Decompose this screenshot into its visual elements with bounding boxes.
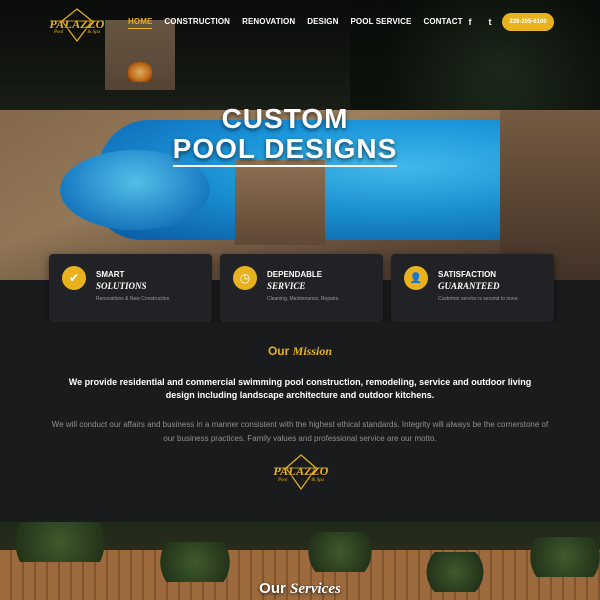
logo-subtitle: Pool & Spa	[270, 478, 332, 483]
nav-design[interactable]: DESIGN	[307, 17, 338, 29]
feature-card-dependable-service: ◷ DEPENDABLE SERVICE Cleaning, Maintenan…	[220, 254, 383, 322]
feature-card-satisfaction-guaranteed: 👤 SATISFACTION GUARANTEED Customer servi…	[391, 254, 554, 322]
logo-name: PALAZZO	[273, 464, 329, 478]
feature-card-smart-solutions: ✔ SMART SOLUTIONS Renovations & New Cons…	[49, 254, 212, 322]
main-menu: HOME CONSTRUCTION RENOVATION DESIGN POOL…	[128, 17, 463, 29]
feature-title: DEPENDABLE	[267, 270, 323, 279]
nav-home[interactable]: HOME	[128, 17, 153, 29]
clock-icon: ◷	[233, 266, 257, 290]
feature-description: Cleaning, Maintenance, Repairs.	[267, 296, 340, 302]
mission-body-text: We will conduct our affairs and business…	[51, 420, 549, 443]
footer-logo: PALAZZO Pool & Spa	[270, 454, 332, 491]
nav-contact[interactable]: CONTACT	[423, 17, 462, 29]
facebook-icon[interactable]: f	[462, 14, 478, 30]
services-foliage	[0, 522, 120, 562]
feature-title: SATISFACTION	[438, 270, 497, 279]
feature-description: Customer service is second to none.	[438, 296, 519, 302]
logo-sub-left: Pool	[54, 30, 64, 35]
checkmark-icon: ✔	[62, 266, 86, 290]
services-heading-plain: Our	[259, 580, 286, 597]
services-foliage	[520, 537, 600, 577]
nav-construction[interactable]: CONSTRUCTION	[164, 17, 230, 29]
twitter-icon[interactable]: t	[482, 14, 498, 30]
nav-pool-service[interactable]: POOL SERVICE	[351, 17, 412, 29]
mission-heading-italic: Mission	[292, 344, 333, 358]
nav-renovation[interactable]: RENOVATION	[242, 17, 295, 29]
feature-subtitle: SERVICE	[267, 281, 306, 291]
user-plus-icon: 👤	[404, 266, 428, 290]
hero-title: CUSTOM POOL DESIGNS	[160, 104, 410, 167]
feature-subtitle: SOLUTIONS	[96, 281, 147, 291]
logo-sub-right: & Spa	[311, 478, 324, 483]
mission-heading-plain: Our	[267, 344, 290, 358]
feature-title: SMART	[96, 270, 125, 279]
services-heading: Our Services	[0, 580, 600, 598]
services-foliage	[150, 542, 240, 582]
hero-title-line2: POOL DESIGNS	[172, 134, 398, 167]
mission-section: Our Mission We provide residential and c…	[0, 322, 600, 522]
logo-sub-right: & Spa	[87, 30, 100, 35]
feature-subtitle: GUARANTEED	[438, 281, 500, 291]
hero-title-line1: CUSTOM	[221, 103, 349, 134]
phone-button[interactable]: 239-205-6100	[502, 13, 554, 31]
logo-subtitle: Pool & Spa	[46, 30, 108, 35]
feature-description: Renovations & New Construction	[96, 296, 170, 302]
top-navigation: PALAZZO Pool & Spa HOME CONSTRUCTION REN…	[0, 0, 600, 46]
logo-sub-left: Pool	[278, 478, 288, 483]
services-foliage	[300, 532, 380, 572]
services-section: Our Services	[0, 522, 600, 600]
palazzo-logo[interactable]: PALAZZO Pool & Spa	[46, 8, 108, 42]
feature-cards: ✔ SMART SOLUTIONS Renovations & New Cons…	[49, 254, 554, 322]
services-heading-italic: Services	[290, 581, 341, 597]
mission-heading: Our Mission	[0, 344, 600, 359]
mission-lead-text: We provide residential and commercial sw…	[68, 377, 532, 400]
